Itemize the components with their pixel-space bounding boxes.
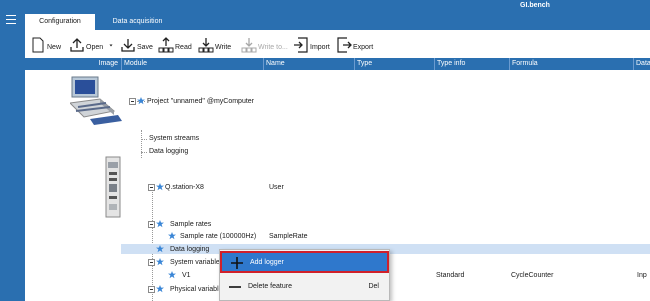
column-header-formula[interactable]: Formula — [509, 58, 633, 70]
qstation-name-cell: User — [269, 184, 284, 191]
project-expander-icon[interactable] — [129, 98, 136, 105]
export-icon — [337, 37, 352, 53]
minus-icon — [229, 286, 241, 288]
write-button[interactable]: Write — [198, 35, 231, 53]
tree-item-project[interactable]: Project "unnamed" @myComputer — [147, 97, 254, 106]
open-label: Open — [86, 44, 104, 51]
write-to-button[interactable]: Write to... — [241, 35, 288, 53]
write-to-label: Write to... — [258, 44, 288, 51]
v1-formula-cell: CycleCounter — [511, 272, 554, 279]
plus-icon — [231, 257, 243, 269]
add-logger-menu-item[interactable]: Add logger — [220, 251, 389, 273]
qstation-expander-icon[interactable] — [148, 184, 155, 191]
grid-header: Image Module Name Type Type info Formula… — [25, 58, 650, 70]
delete-feature-label: Delete feature — [248, 283, 292, 290]
tree-connector — [141, 130, 142, 158]
add-logger-label: Add logger — [250, 259, 284, 266]
tree-item-system-streams[interactable]: System streams — [149, 134, 199, 143]
save-label: Save — [137, 44, 153, 51]
computer-image — [70, 76, 122, 125]
app-title: GI.bench — [520, 2, 550, 9]
column-header-image[interactable]: Image — [25, 58, 121, 70]
new-document-icon — [32, 37, 44, 53]
sample-rates-expander-icon[interactable] — [148, 221, 155, 228]
toolbar: New Open Save Read Write Write to... Imp… — [25, 30, 650, 58]
tree-item-qstation[interactable]: Q.station-X8 — [165, 183, 204, 192]
delete-shortcut-label: Del — [368, 283, 379, 290]
tree-connector — [141, 139, 147, 140]
device-image — [105, 156, 121, 218]
import-icon — [294, 37, 308, 53]
read-button[interactable]: Read — [158, 35, 192, 53]
new-button[interactable]: New — [30, 35, 61, 53]
star-icon — [156, 245, 164, 253]
star-icon — [156, 183, 164, 191]
tree-item-data-logging-top[interactable]: Data logging — [149, 147, 188, 156]
write-to-icon — [241, 38, 257, 53]
column-header-module[interactable]: Module — [121, 58, 263, 70]
sample-rate-name-cell: SampleRate — [269, 233, 308, 240]
v1-type-info-cell: Standard — [436, 272, 465, 279]
star-icon — [168, 271, 176, 279]
title-bar: GI.bench Configuration Data acquisition — [0, 0, 650, 30]
physical-variables-expander-icon[interactable] — [148, 286, 155, 293]
import-label: Import — [310, 44, 330, 51]
column-header-data[interactable]: Data — [633, 58, 650, 70]
star-icon — [156, 258, 164, 266]
delete-feature-menu-item[interactable]: Delete feature Del — [220, 277, 389, 299]
save-button[interactable]: Save — [120, 35, 153, 53]
column-header-type[interactable]: Type — [354, 58, 434, 70]
tree-item-physical-variables[interactable]: Physical variables — [170, 285, 226, 294]
star-icon — [156, 285, 164, 293]
write-to-device-icon — [198, 38, 214, 53]
tree-item-sample-rate[interactable]: Sample rate (100000Hz) — [180, 232, 256, 241]
tree-connector — [141, 152, 147, 153]
v1-data-cell: Inp — [637, 272, 647, 279]
chevron-down-icon — [109, 44, 113, 47]
save-download-icon — [121, 39, 135, 52]
system-variables-expander-icon[interactable] — [148, 259, 155, 266]
star-icon — [168, 232, 176, 240]
read-label: Read — [175, 44, 192, 51]
tree-item-system-variables[interactable]: System variables — [170, 258, 223, 267]
left-sidebar-strip — [0, 30, 25, 301]
open-button[interactable]: Open — [69, 35, 103, 53]
column-header-type-info[interactable]: Type info — [434, 58, 509, 70]
import-button[interactable]: Import — [293, 35, 330, 53]
export-label: Export — [353, 44, 374, 51]
open-upload-icon — [70, 38, 84, 52]
column-header-name[interactable]: Name — [263, 58, 354, 70]
tree-item-sample-rates[interactable]: Sample rates — [170, 220, 211, 229]
star-icon — [137, 97, 145, 105]
export-button[interactable]: Export — [336, 35, 373, 53]
context-menu: Add logger Delete feature Del — [219, 249, 390, 301]
star-icon — [156, 220, 164, 228]
read-from-device-icon — [158, 37, 174, 53]
write-label: Write — [215, 44, 232, 51]
tab-configuration[interactable]: Configuration — [25, 14, 95, 30]
open-dropdown-button[interactable] — [109, 35, 118, 53]
tree-item-data-logging[interactable]: Data logging — [170, 245, 209, 254]
hamburger-menu-icon[interactable] — [6, 15, 16, 24]
tree-item-v1[interactable]: V1 — [182, 271, 191, 280]
tab-data-acquisition[interactable]: Data acquisition — [100, 14, 175, 30]
new-label: New — [47, 44, 62, 51]
